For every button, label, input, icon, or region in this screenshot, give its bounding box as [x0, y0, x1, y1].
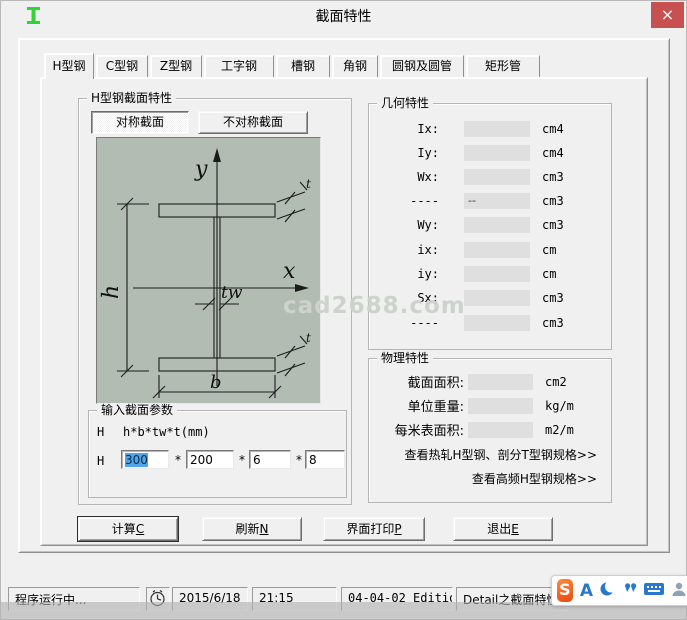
params-formula: h*b*tw*t(mm)	[123, 425, 210, 439]
physics-row-area: 截面面积: cm2	[369, 372, 613, 391]
asymmetric-section-button[interactable]: 不对称截面	[198, 111, 308, 134]
geometry-row-wy: Wy: cm3	[369, 217, 613, 233]
person-icon[interactable]	[671, 581, 687, 600]
physics-title: 物理特性	[377, 351, 433, 366]
high-freq-spec-link[interactable]: 查看高频H型钢规格>>	[472, 470, 597, 487]
window-title: 截面特性	[0, 6, 687, 26]
punctuation-icon[interactable]	[623, 581, 637, 600]
geometry-row-dash2: ---- cm3	[369, 315, 613, 331]
separator-2: *	[239, 453, 245, 467]
ix-value	[464, 121, 530, 137]
t-input[interactable]: 8	[305, 450, 345, 469]
diagram-tw-label: tw	[221, 283, 243, 303]
ix-radius-value	[464, 242, 530, 258]
geometry-row-ixr: ix: cm	[369, 242, 613, 258]
iy-radius-value	[464, 266, 530, 282]
exit-button[interactable]: 退出E	[453, 517, 553, 541]
tab-c-steel[interactable]: C型钢	[96, 55, 148, 77]
refresh-button[interactable]: 刷新N	[202, 517, 302, 541]
iy-value	[464, 145, 530, 161]
keyboard-icon[interactable]	[644, 582, 664, 599]
physics-row-weight: 单位重量: kg/m	[369, 396, 613, 415]
diagram-h-label: h	[99, 285, 124, 299]
diagram-x-axis-label: x	[283, 259, 296, 284]
section-type-prefix: H	[97, 425, 104, 439]
moon-icon[interactable]	[600, 581, 616, 600]
ime-toolbar: S A	[551, 575, 687, 606]
tab-angle-steel[interactable]: 角钢	[332, 55, 378, 77]
hot-rolled-spec-link[interactable]: 查看热轧H型钢、剖分T型钢规格>>	[405, 446, 597, 463]
tab-i-beam[interactable]: 工字钢	[204, 55, 274, 77]
tw-input[interactable]: 6	[249, 450, 291, 469]
dash1-value: --	[464, 193, 530, 209]
calculate-button[interactable]: 计算C	[78, 517, 178, 541]
h-steel-groupbox-title: H型钢截面特性	[87, 91, 176, 106]
separator-1: *	[175, 453, 181, 467]
geometry-row-ix: Ix: cm4	[369, 121, 613, 137]
h-input[interactable]: 300	[121, 450, 169, 469]
dash2-value	[464, 315, 530, 331]
geometry-title: 几何特性	[377, 96, 433, 111]
diagram-t-bottom-label: t	[306, 331, 311, 345]
tab-round-steel-pipe[interactable]: 圆钢及圆管	[380, 55, 464, 77]
input-mode-icon[interactable]: A	[580, 581, 593, 601]
close-button[interactable]: ×	[651, 2, 684, 28]
tab-channel-steel[interactable]: 槽钢	[276, 55, 330, 77]
b-input[interactable]: 200	[186, 450, 234, 469]
input-params-title: 输入截面参数	[97, 403, 177, 418]
section-properties-window: 截面特性 × H型钢 C型钢 Z型钢 工字钢 槽钢 角钢 圆钢及圆管 矩形管 H…	[0, 0, 687, 620]
symmetric-section-button[interactable]: 对称截面	[91, 111, 189, 134]
wy-value	[464, 217, 530, 233]
sogou-logo-icon[interactable]: S	[557, 579, 573, 602]
area-value	[468, 374, 533, 390]
tab-h-steel[interactable]: H型钢	[44, 53, 94, 79]
sx-value	[464, 290, 530, 306]
h-section-diagram: y x h b tw t t	[96, 137, 321, 404]
print-button[interactable]: 界面打印P	[323, 517, 425, 541]
geometry-row-iyr: iy: cm	[369, 266, 613, 282]
diagram-t-top-label: t	[306, 177, 311, 191]
params-row-prefix: H	[97, 454, 104, 468]
tab-rect-tube[interactable]: 矩形管	[466, 55, 540, 77]
tab-z-steel[interactable]: Z型钢	[150, 55, 202, 77]
physics-row-surface: 每米表面积: m2/m	[369, 420, 613, 439]
input-params-groupbox: 输入截面参数 H h*b*tw*t(mm) H 300 * 200 * 6 * …	[88, 410, 347, 498]
diagram-b-label: b	[210, 372, 222, 393]
surface-value	[468, 422, 533, 438]
geometry-groupbox: 几何特性 Ix: cm4 Iy: cm4 Wx: cm3 ---- -- cm3…	[368, 103, 612, 350]
diagram-y-axis-label: y	[194, 157, 208, 182]
geometry-row-dash1: ---- -- cm3	[369, 193, 613, 209]
geometry-row-iy: Iy: cm4	[369, 145, 613, 161]
separator-3: *	[296, 453, 302, 467]
physics-groupbox: 物理特性 截面面积: cm2 单位重量: kg/m 每米表面积: m2/m 查看…	[368, 358, 612, 503]
weight-value	[468, 398, 533, 414]
geometry-row-sx: Sx: cm3	[369, 290, 613, 306]
geometry-row-wx: Wx: cm3	[369, 169, 613, 185]
title-bar[interactable]: 截面特性 ×	[0, 0, 687, 30]
wx-value	[464, 169, 530, 185]
